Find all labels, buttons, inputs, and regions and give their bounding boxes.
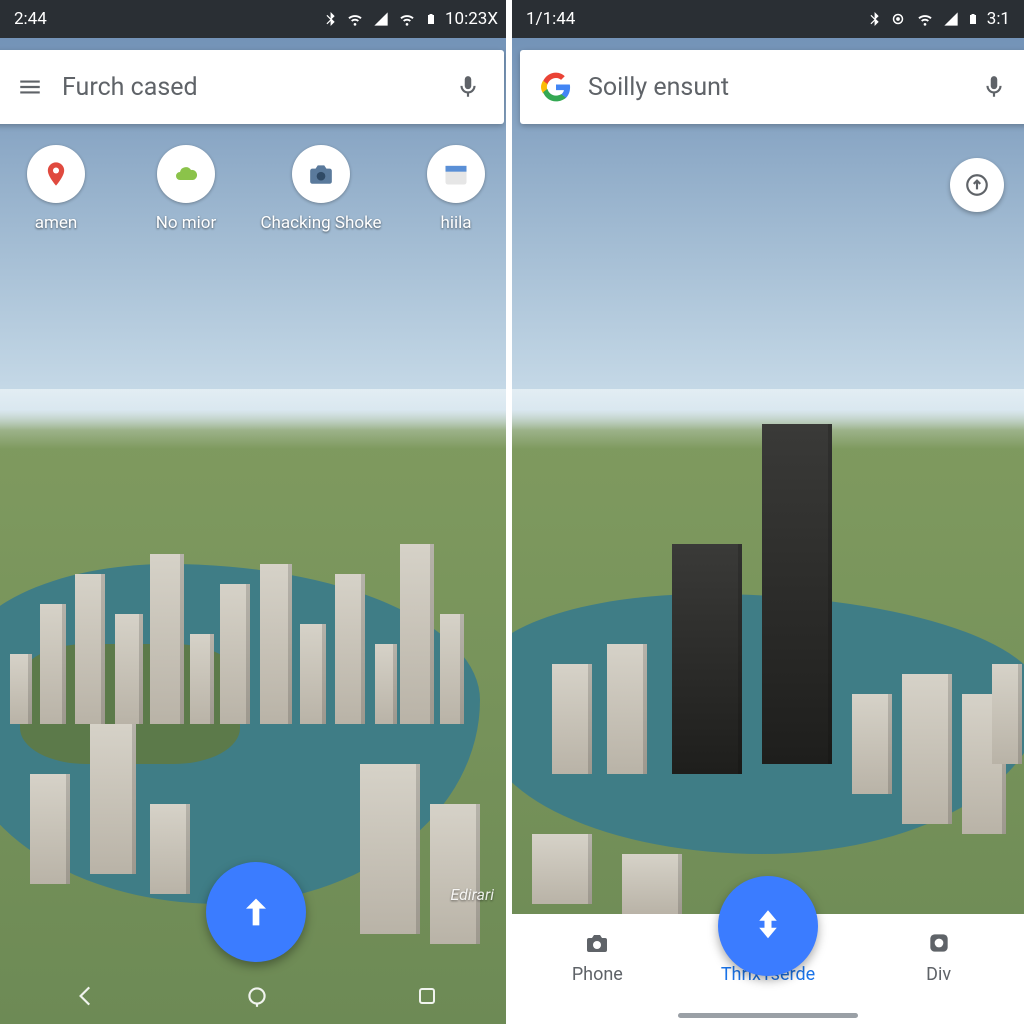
bluetooth-icon [323,10,337,28]
search-bar[interactable]: Furch cased [0,50,504,124]
chip-hiila[interactable]: hiila [406,145,506,233]
tab-div[interactable]: Div [879,928,999,985]
mic-icon[interactable] [448,71,488,103]
pin-icon [27,145,85,203]
tab-label: Phone [572,964,623,985]
wifi-icon [915,11,935,27]
hamburger-icon[interactable] [10,74,50,100]
chip-label: No mior [156,213,217,233]
search-bar[interactable]: Soilly ensunt [520,50,1024,124]
navigate-fab[interactable] [718,876,818,976]
map-3d-backdrop[interactable] [512,0,1024,1024]
chip-label: hiila [440,213,471,233]
chip-label: amen [35,213,78,233]
signal-icon [943,11,959,27]
tab-label: Div [926,964,951,985]
status-bar: 2:44 10:23X [0,0,512,38]
status-time: 1/1:44 [526,9,575,29]
navigate-fab[interactable] [206,862,306,962]
wifi-icon [397,11,417,27]
map-watermark: Edirari [450,885,494,904]
battery-icon [425,10,437,28]
chip-label: Chacking Shoke [260,213,381,233]
signal-icon [373,11,389,27]
tab-phone[interactable]: Phone [537,928,657,985]
status-right-text: 10:23X [445,9,498,29]
phone-left: 2:44 10:23X Furch cased [0,0,512,1024]
phone-right: 1/1:44 3:1 Soilly ensunt [512,0,1024,1024]
search-input[interactable]: Furch cased [50,73,448,102]
recents-key[interactable] [415,984,439,1008]
upload-fab[interactable] [950,158,1004,212]
bluetooth-icon [867,10,881,28]
suggestion-chips: amen No mior Chacking Shoke hiila [0,145,512,233]
camera-icon [583,928,611,958]
wifi-icon [345,11,365,27]
cloud-icon [157,145,215,203]
home-indicator[interactable] [678,1013,858,1018]
camera-icon [292,145,350,203]
chip-no-mior[interactable]: No mior [136,145,236,233]
android-navbar [0,968,512,1024]
back-key[interactable] [73,983,99,1009]
battery-icon [967,10,979,28]
chip-amen[interactable]: amen [6,145,106,233]
search-input[interactable]: Soilly ensunt [576,73,974,102]
status-bar: 1/1:44 3:1 [512,0,1024,38]
status-time: 2:44 [14,9,47,29]
chip-chacking-shoke[interactable]: Chacking Shoke [266,145,376,233]
calendar-icon [427,145,485,203]
location-icon [889,10,907,28]
lens-icon [926,928,952,958]
mic-icon[interactable] [974,71,1014,103]
home-key[interactable] [244,983,270,1009]
google-g-icon [536,72,576,102]
status-right-text: 3:1 [987,9,1010,29]
